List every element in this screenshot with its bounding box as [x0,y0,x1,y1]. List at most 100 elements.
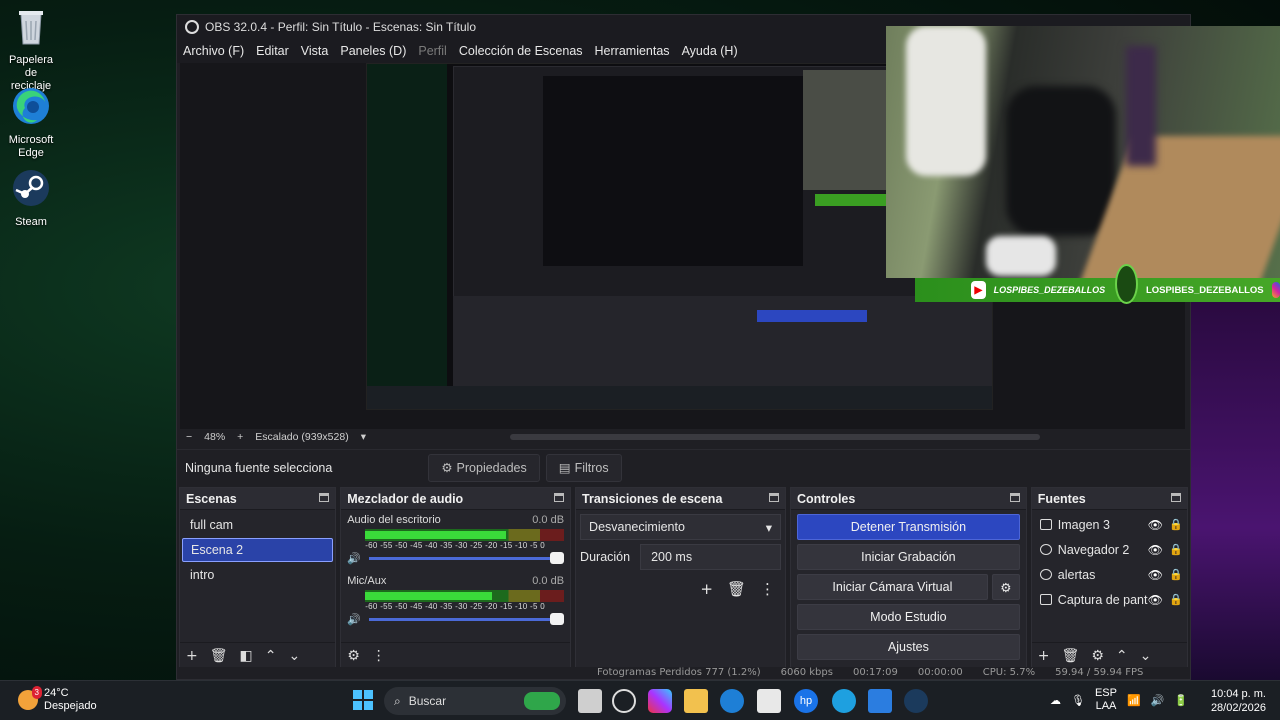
move-down-icon[interactable]: ⌄ [288,648,300,664]
taskbar-clock[interactable]: 10:04 p. m. 28/02/2026 [1211,687,1266,715]
properties-button[interactable]: ⚙ Propiedades [428,453,540,482]
menu-editar[interactable]: Editar [256,44,289,58]
cloud-icon[interactable]: ☁ [1050,694,1061,707]
transition-toolbar: + 🗑 ⋮ [576,572,785,598]
dock-float-icon[interactable] [1009,493,1020,502]
clock-time: 10:04 p. m. [1210,688,1266,700]
mixer-menu-icon[interactable]: ⋮ [372,648,386,664]
dock-float-icon[interactable] [554,493,565,502]
source-name: alertas [1057,567,1096,582]
source-properties-gear-icon[interactable]: ⚙ [1091,648,1104,664]
menu-vista[interactable]: Vista [301,44,329,58]
remove-scene-icon[interactable]: 🗑 [210,648,228,664]
duration-input[interactable]: 200 ms [640,544,781,570]
start-button[interactable] [352,689,376,713]
dock-float-icon[interactable] [768,493,779,502]
scaling-dropdown-icon[interactable]: ▾ [361,431,366,443]
source-item[interactable]: Captura de pant 👁 🔒 [1032,587,1187,612]
file-explorer-icon[interactable] [684,689,708,713]
studio-mode-button[interactable]: Modo Estudio [796,604,1020,630]
volume-slider-handle[interactable] [550,613,565,625]
virtual-camera-button[interactable]: Iniciar Cámara Virtual [796,574,988,600]
help-icon[interactable] [832,689,856,713]
remove-transition-icon[interactable]: 🗑 [727,580,746,598]
scene-item-selected[interactable]: Escena 2 [182,538,334,562]
stop-streaming-button[interactable]: Detener Transmisión [796,514,1020,540]
volume-slider[interactable] [368,552,565,564]
task-view-icon[interactable] [578,689,602,713]
lock-icon[interactable]: 🔒 [1169,568,1183,581]
volume-meter [365,529,565,541]
obs-taskbar-icon[interactable] [612,689,636,713]
visibility-eye-icon[interactable]: 👁 [1148,543,1163,557]
chevron-down-icon: ▾ [765,520,772,535]
lock-icon[interactable]: 🔒 [1169,543,1183,556]
visibility-eye-icon[interactable]: 👁 [1148,593,1163,607]
dock-float-icon[interactable] [319,493,330,502]
scene-filters-icon[interactable]: ◧ [240,648,253,664]
visibility-eye-icon[interactable]: 👁 [1148,568,1163,582]
advanced-audio-icon[interactable]: ⚙ [347,648,360,664]
filters-label: Filtros [574,460,609,475]
source-name: Navegador 2 [1057,542,1130,557]
battery-icon[interactable]: 🔋 [1174,694,1188,707]
desktop-icon-steam[interactable]: Steam [2,168,60,229]
start-recording-button[interactable]: Iniciar Grabación [796,544,1020,570]
add-scene-icon[interactable]: + [186,648,198,664]
move-down-icon[interactable]: ⌄ [1140,648,1152,664]
menu-ayuda[interactable]: Ayuda (H) [682,44,738,58]
filters-button[interactable]: ▤ Filtros [545,453,622,482]
speaker-icon[interactable]: 🔊 [347,552,361,565]
scene-item[interactable]: intro [182,563,333,587]
menu-coleccion-escenas[interactable]: Colección de Escenas [459,44,583,58]
desktop-icon-edge[interactable]: Microsoft Edge [2,86,60,160]
scene-item[interactable]: full cam [182,513,333,537]
controls-dock: Controles Detener Transmisión Iniciar Gr… [789,487,1027,669]
recycle-bin-icon [19,11,43,45]
desktop-icon-recycle-bin[interactable]: Papelera de reciclaje [2,6,60,93]
zoom-out-button[interactable]: − [186,431,192,443]
preview-horizontal-scrollbar[interactable] [510,434,1040,440]
volume-slider-handle[interactable] [550,552,565,564]
volume-icon[interactable]: 🔊 [1151,694,1165,707]
remove-source-icon[interactable]: 🗑 [1062,648,1080,664]
zoom-in-button[interactable]: + [237,431,243,443]
transitions-dock-title: Transiciones de escena [582,491,723,506]
copilot-icon[interactable] [648,689,672,713]
store-icon[interactable] [757,689,781,713]
taskbar-search[interactable]: ⌕ Buscar [384,687,566,715]
source-item[interactable]: Navegador 2 👁 🔒 [1032,537,1187,562]
add-source-icon[interactable]: + [1038,648,1050,664]
lock-icon[interactable]: 🔒 [1169,593,1183,606]
virtual-camera-settings-gear-icon[interactable]: ⚙ [991,574,1020,600]
microphone-icon[interactable]: 🎙 [1071,694,1085,707]
transition-select[interactable]: Desvanecimiento ▾ [580,514,781,540]
transition-menu-icon[interactable]: ⋮ [760,580,775,598]
language-indicator[interactable]: ESP LAA [1095,687,1117,713]
add-transition-icon[interactable]: + [700,580,713,598]
menu-archivo[interactable]: Archivo (F) [183,44,244,58]
steam-taskbar-icon[interactable] [904,689,928,713]
dock-header: Mezclador de audio [341,488,571,510]
move-up-icon[interactable]: ⌃ [1116,648,1128,664]
desktop-icon-label: Microsoft [8,134,54,146]
edge-taskbar-icon[interactable] [720,689,744,713]
visibility-eye-icon[interactable]: 👁 [1148,518,1163,532]
speaker-icon[interactable]: 🔊 [347,613,361,626]
hp-icon[interactable]: hp [794,689,818,713]
move-up-icon[interactable]: ⌃ [265,648,277,664]
weather-widget[interactable]: 3 24°C Despejado [18,686,97,713]
volume-slider[interactable] [368,613,565,625]
dock-float-icon[interactable] [1171,493,1181,502]
lock-icon[interactable]: 🔒 [1169,518,1183,531]
menu-perfil[interactable]: Perfil [418,44,446,58]
source-item[interactable]: alertas 👁 🔒 [1032,562,1187,587]
mail-icon[interactable] [868,689,892,713]
source-item[interactable]: Imagen 3 👁 🔒 [1032,512,1187,537]
menu-paneles[interactable]: Paneles (D) [340,44,406,58]
no-source-selected-label: Ninguna fuente selecciona [185,460,333,475]
menu-herramientas[interactable]: Herramientas [595,44,670,58]
settings-button[interactable]: Ajustes [796,634,1020,660]
rec-time: 00:00:00 [917,667,963,678]
wifi-icon[interactable]: 📶 [1127,694,1141,707]
